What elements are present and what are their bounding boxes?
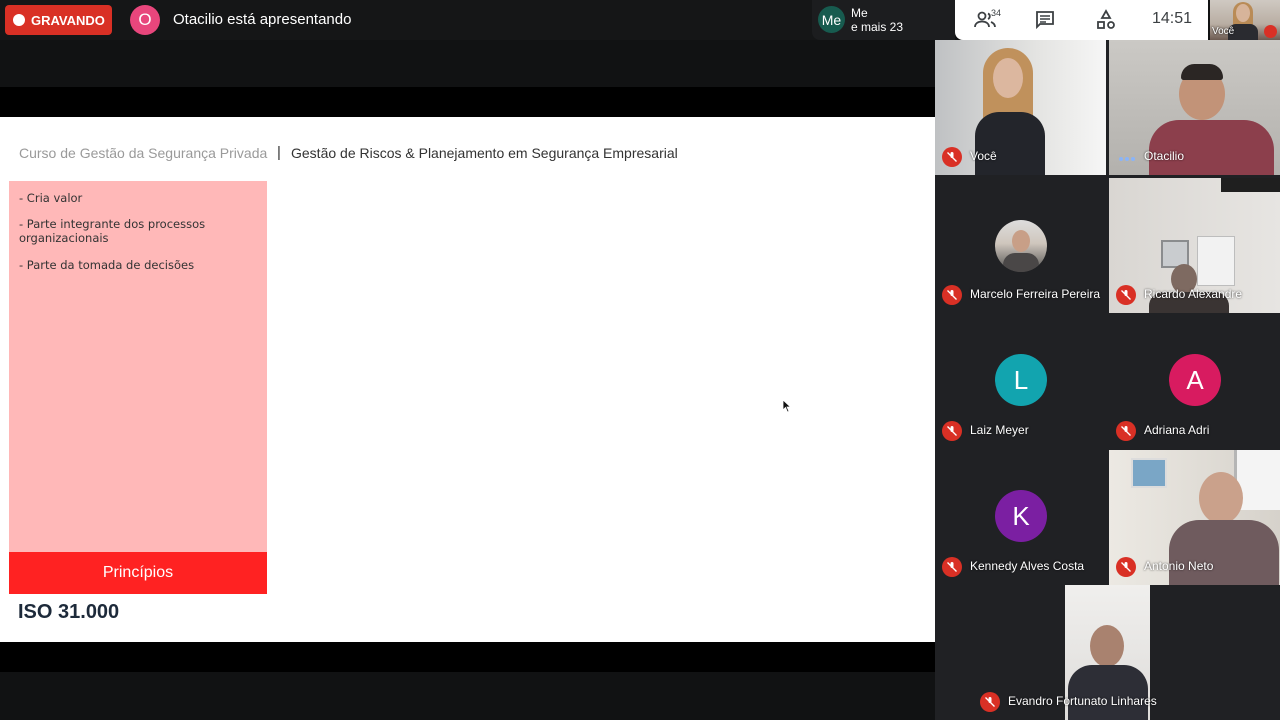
participant-tile[interactable]: Você (935, 40, 1106, 175)
participant-grid: Você Otacilio Marcelo Ferreira Pereira R… (935, 40, 1280, 720)
ceiling-fixture (1221, 178, 1280, 192)
mic-off-icon (1116, 557, 1136, 577)
recording-label: GRAVANDO (31, 12, 105, 28)
mic-off-icon (942, 421, 962, 441)
self-participants-chip[interactable]: Me Me e mais 23 (812, 0, 955, 40)
participant-name: Ricardo Alexandre (1144, 287, 1243, 301)
self-chip-line1: Me (851, 6, 868, 20)
participant-name: Kennedy Alves Costa (970, 559, 1085, 573)
mic-off-icon (942, 557, 962, 577)
principle-item: - Parte integrante dos processos organiz… (19, 217, 206, 245)
mic-off-icon (942, 285, 962, 305)
self-view-thumbnail[interactable]: Você (1210, 0, 1280, 40)
self-chip-line2: e mais 23 (851, 20, 904, 34)
participant-avatar: A (1169, 354, 1221, 406)
participant-avatar: L (995, 354, 1047, 406)
letterbox-top (0, 87, 935, 117)
self-avatar: Me (818, 6, 845, 33)
principle-item: - Cria valor (19, 191, 83, 205)
self-thumb-label: Você (1212, 26, 1235, 37)
participant-name: Laiz Meyer (970, 423, 1029, 437)
participant-body (1149, 120, 1274, 175)
record-dot-icon (13, 14, 25, 26)
mouse-cursor-icon (782, 399, 792, 413)
participant-tile[interactable]: A Adriana Adri (1109, 314, 1280, 449)
participant-tile[interactable]: Otacilio (1109, 40, 1280, 175)
participant-body (975, 112, 1045, 175)
participant-avatar (995, 220, 1047, 272)
presenting-status: Otacilio está apresentando (173, 11, 352, 28)
wall-picture (1131, 458, 1167, 488)
participant-tile[interactable]: Ricardo Alexandre (1109, 178, 1280, 313)
participant-name: Antonio Neto (1144, 559, 1214, 573)
wall-panel (1197, 236, 1235, 286)
principles-heading: Princípios (9, 552, 267, 594)
mic-off-icon (1116, 285, 1136, 305)
participant-face (993, 58, 1023, 98)
principles-box: - Cria valor - Parte integrante dos proc… (9, 181, 267, 552)
participant-tile[interactable]: L Laiz Meyer (935, 314, 1106, 449)
mic-off-icon (1116, 421, 1136, 441)
participants-count: 34 (991, 8, 1002, 18)
presentation-slide: Curso de Gestão da Segurança Privada | G… (0, 117, 935, 642)
recording-badge[interactable]: GRAVANDO (5, 5, 112, 35)
participant-body (1169, 520, 1279, 585)
self-thumb-face (1236, 4, 1250, 22)
activities-icon[interactable] (1094, 8, 1118, 32)
mic-off-icon (980, 692, 1000, 712)
participant-name: Você (970, 149, 997, 163)
speaking-indicator-icon (1119, 157, 1135, 161)
participant-name: Otacilio (1144, 149, 1185, 163)
participant-hair (1181, 64, 1223, 80)
iso-label: ISO 31.000 (18, 601, 120, 623)
participant-face (1090, 625, 1124, 667)
participant-name: Evandro Fortunato Linhares (1008, 694, 1157, 708)
clock-time: 14:51 (1152, 10, 1193, 27)
principle-item: - Parte da tomada de decisões (19, 258, 195, 272)
participant-body (1068, 665, 1148, 720)
participant-tile[interactable]: Evandro Fortunato Linhares (973, 585, 1241, 720)
chat-icon[interactable] (1033, 8, 1057, 32)
participant-tile[interactable]: Antonio Neto (1109, 450, 1280, 585)
participant-name: Adriana Adri (1144, 423, 1210, 437)
slide-course: Curso de Gestão da Segurança Privada (19, 145, 268, 161)
mic-off-icon (942, 147, 962, 167)
slide-separator: | (277, 144, 281, 161)
participant-tile[interactable]: Marcelo Ferreira Pereira (935, 178, 1106, 313)
letterbox-bottom (0, 642, 935, 672)
participant-name: Marcelo Ferreira Pereira (970, 287, 1101, 301)
participant-face (1199, 472, 1243, 524)
top-bar: GRAVANDO O Otacilio está apresentando (0, 0, 935, 40)
participant-avatar: K (995, 490, 1047, 542)
participant-tile[interactable]: K Kennedy Alves Costa (935, 450, 1106, 585)
presenter-avatar: O (130, 5, 160, 35)
slide-title: Gestão de Riscos & Planejamento em Segur… (291, 145, 678, 161)
meeting-toolbar: 34 14:51 (955, 0, 1208, 40)
mic-off-icon (1264, 25, 1277, 38)
